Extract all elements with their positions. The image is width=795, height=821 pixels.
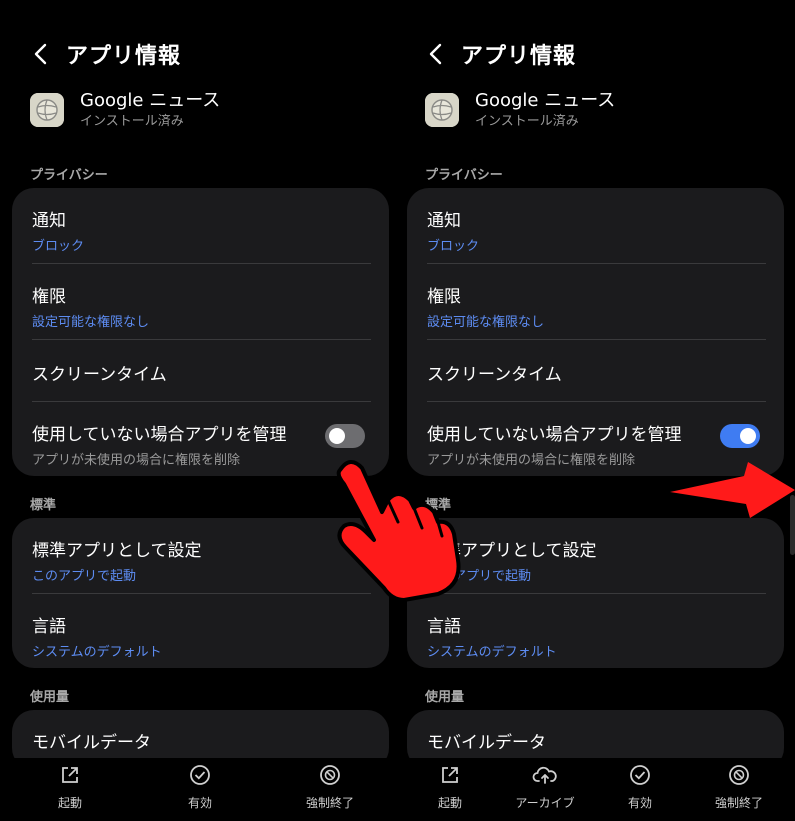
open-external-icon (442, 767, 458, 783)
screentime-title: スクリーンタイム (427, 365, 562, 385)
manage-unused-row[interactable]: 使用していない場合アプリを管理 アプリが未使用の場合に権限を削除 (12, 402, 389, 476)
manage-unused-desc: アプリが未使用の場合に権限を削除 (427, 453, 636, 468)
notifications-row[interactable]: 通知 ブロック (407, 188, 784, 264)
default-card: 標準アプリとして設定 このアプリで起動 言語 システムのデフォルト (12, 518, 389, 668)
block-circle-icon (320, 765, 340, 785)
screentime-row[interactable]: スクリーンタイム (407, 340, 784, 402)
google-news-app-icon (30, 93, 64, 127)
mobile-data-title: モバイルデータ (427, 733, 546, 753)
permissions-row[interactable]: 権限 設定可能な権限なし (407, 264, 784, 340)
default-app-title: 標準アプリとして設定 (32, 541, 202, 561)
check-circle-icon (630, 765, 650, 785)
default-app-row[interactable]: 標準アプリとして設定 このアプリで起動 (407, 518, 784, 594)
back-arrow-icon[interactable] (425, 41, 447, 67)
language-value: システムのデフォルト (427, 645, 557, 660)
check-circle-icon (190, 765, 210, 785)
notifications-title: 通知 (427, 211, 461, 231)
mobile-data-title: モバイルデータ (32, 733, 151, 753)
force-stop-label: 強制終了 (305, 796, 354, 810)
bottom-action-bar: 起動 アーカイブ 有効 強制終了 (395, 758, 790, 821)
permissions-value: 設定可能な権限なし (427, 315, 545, 330)
notifications-row[interactable]: 通知 ブロック (12, 188, 389, 264)
language-row[interactable]: 言語 システムのデフォルト (407, 594, 784, 668)
section-label-default: 標準 (30, 498, 57, 513)
google-news-app-icon (425, 93, 459, 127)
open-external-icon (62, 767, 78, 783)
manage-unused-title: 使用していない場合アプリを管理 (427, 425, 682, 445)
force-stop-button[interactable]: 強制終了 (699, 764, 779, 811)
manage-unused-toggle[interactable] (325, 424, 365, 448)
language-value: システムのデフォルト (32, 645, 162, 660)
app-summary: Google ニュース インストール済み (30, 90, 220, 132)
page-title: アプリ情報 (461, 44, 577, 69)
default-app-title: 標準アプリとして設定 (427, 541, 597, 561)
force-stop-button[interactable]: 強制終了 (290, 764, 370, 811)
back-arrow-icon[interactable] (30, 41, 52, 67)
bottom-action-bar: 起動 有効 強制終了 (0, 758, 395, 821)
screentime-row[interactable]: スクリーンタイム (12, 340, 389, 402)
app-name: Google ニュース (475, 90, 616, 111)
open-button[interactable]: 起動 (30, 764, 110, 811)
screen-before: アプリ情報 Google ニュース インストール済み プライバシー 通知 ブロッ… (0, 0, 395, 821)
default-app-value: このアプリで起動 (427, 569, 532, 584)
force-stop-label: 強制終了 (714, 796, 763, 810)
default-app-value: このアプリで起動 (32, 569, 137, 584)
open-label: 起動 (437, 796, 462, 810)
manage-unused-desc: アプリが未使用の場合に権限を削除 (32, 453, 241, 468)
privacy-card: 通知 ブロック 権限 設定可能な権限なし スクリーンタイム 使用していない場合ア… (407, 188, 784, 476)
scrollbar-thumb[interactable] (790, 495, 795, 555)
archive-cloud-icon (532, 766, 557, 784)
archive-button[interactable]: アーカイブ (505, 764, 585, 811)
archive-label: アーカイブ (515, 796, 575, 810)
screentime-title: スクリーンタイム (32, 365, 167, 385)
default-app-row[interactable]: 標準アプリとして設定 このアプリで起動 (12, 518, 389, 594)
header: アプリ情報 (30, 38, 181, 70)
toggle-knob (740, 428, 756, 444)
language-title: 言語 (427, 617, 461, 637)
app-install-status: インストール済み (475, 114, 579, 129)
section-label-usage: 使用量 (30, 690, 70, 705)
section-label-privacy: プライバシー (30, 168, 108, 183)
app-summary: Google ニュース インストール済み (425, 90, 615, 132)
notifications-value: ブロック (427, 239, 480, 254)
enable-button[interactable]: 有効 (160, 764, 240, 811)
language-title: 言語 (32, 617, 66, 637)
notifications-title: 通知 (32, 211, 66, 231)
app-install-status: インストール済み (80, 114, 184, 129)
privacy-card: 通知 ブロック 権限 設定可能な権限なし スクリーンタイム 使用していない場合ア… (12, 188, 389, 476)
screen-after: アプリ情報 Google ニュース インストール済み プライバシー 通知 ブロッ… (395, 0, 790, 821)
manage-unused-toggle[interactable] (720, 424, 760, 448)
section-label-privacy: プライバシー (425, 168, 503, 183)
open-button[interactable]: 起動 (410, 764, 490, 811)
open-label: 起動 (57, 796, 82, 810)
section-label-default: 標準 (425, 498, 452, 513)
enable-label: 有効 (627, 796, 652, 810)
manage-unused-row[interactable]: 使用していない場合アプリを管理 アプリが未使用の場合に権限を削除 (407, 402, 784, 476)
enable-button[interactable]: 有効 (600, 764, 680, 811)
header: アプリ情報 (425, 38, 576, 70)
manage-unused-title: 使用していない場合アプリを管理 (32, 425, 287, 445)
section-label-usage: 使用量 (425, 690, 465, 705)
language-row[interactable]: 言語 システムのデフォルト (12, 594, 389, 668)
enable-label: 有効 (187, 796, 212, 810)
permissions-title: 権限 (427, 287, 461, 307)
permissions-row[interactable]: 権限 設定可能な権限なし (12, 264, 389, 340)
block-circle-icon (729, 765, 749, 785)
permissions-value: 設定可能な権限なし (32, 315, 150, 330)
permissions-title: 権限 (32, 287, 66, 307)
page-title: アプリ情報 (66, 44, 182, 69)
toggle-knob (329, 428, 345, 444)
default-card: 標準アプリとして設定 このアプリで起動 言語 システムのデフォルト (407, 518, 784, 668)
app-name: Google ニュース (80, 90, 221, 111)
notifications-value: ブロック (32, 239, 85, 254)
